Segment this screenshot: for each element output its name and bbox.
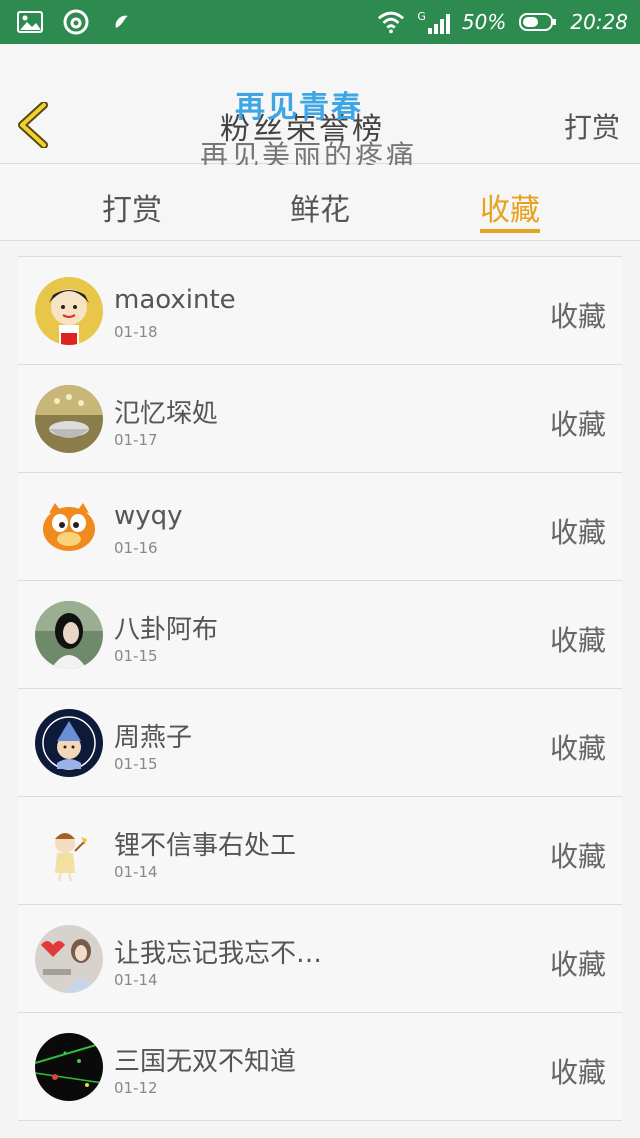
reward-button[interactable]: 打赏 [564,106,620,146]
wifi-icon [377,8,405,36]
favorite-label: 收藏 [549,732,606,765]
user-name: 周燕子 [114,723,193,753]
avatar [35,385,103,453]
date: 01-16 [114,539,158,557]
date: 01-12 [114,1079,158,1097]
tab-flowers[interactable]: 鲜花 [290,185,350,229]
favorite-label: 收藏 [549,840,606,873]
user-name: 锂不信事右处工 [114,831,297,861]
avatar [35,925,103,993]
user-name: 三国无双不知道 [114,1047,297,1077]
favorite-label: 收藏 [549,408,606,441]
avatar [35,493,103,561]
avatar [35,817,103,885]
avatar [35,277,103,345]
avatar [35,1033,103,1101]
favorites-list: maoxinte 01-18 收藏 氾忆堔処 01-17 收藏 wyqy 01-… [18,256,622,1121]
favorite-label: 收藏 [549,300,606,333]
divider [18,1120,622,1121]
header: 粉丝荣誉榜 再见青春 再见美丽的疼痛 打赏 [0,44,640,172]
user-name: maoxinte [114,285,236,315]
list-item[interactable]: 让我忘记我忘不… 01-14 收藏 [18,904,622,1012]
battery-icon [518,8,558,36]
favorite-label: 收藏 [549,516,606,549]
favorite-label: 收藏 [549,624,606,657]
user-name: 氾忆堔処 [114,399,219,429]
active-tab-indicator [480,229,540,233]
status-bar: G 50% 20:28 [0,0,640,44]
signal-icon: G [417,10,450,34]
title-overlay-top: 再见青春 [235,90,363,125]
notification-icon [108,8,136,36]
date: 01-17 [114,431,158,449]
user-name: wyqy [114,501,183,531]
avatar [35,709,103,777]
list-item[interactable]: 三国无双不知道 01-12 收藏 [18,1012,622,1120]
list-item[interactable]: 八卦阿布 01-15 收藏 [18,580,622,688]
tab-bar: 打赏 鲜花 收藏 [0,165,640,241]
list-item[interactable]: 锂不信事右处工 01-14 收藏 [18,796,622,904]
date: 01-14 [114,863,158,881]
list-item[interactable]: 周燕子 01-15 收藏 [18,688,622,796]
tab-reward[interactable]: 打赏 [102,185,162,229]
back-button[interactable] [14,101,54,149]
date: 01-15 [114,755,158,773]
signal-label: G [417,10,426,23]
clock: 20:28 [570,10,628,34]
list-item[interactable]: maoxinte 01-18 收藏 [18,256,622,364]
date: 01-14 [114,971,158,989]
chevron-left-icon [18,101,48,149]
list-item[interactable]: wyqy 01-16 收藏 [18,472,622,580]
music-app-icon [62,8,90,36]
user-name: 让我忘记我忘不… [114,939,323,969]
favorite-label: 收藏 [549,1056,606,1089]
battery-percent: 50% [461,10,507,34]
date: 01-15 [114,647,158,665]
avatar [35,601,103,669]
gallery-icon [16,8,44,36]
tab-favorites[interactable]: 收藏 [480,185,540,229]
page-title: 粉丝荣誉榜 再见青春 再见美丽的疼痛 [190,76,450,172]
user-name: 八卦阿布 [114,615,219,645]
favorite-label: 收藏 [549,948,606,981]
date: 01-18 [114,323,158,341]
list-item[interactable]: 氾忆堔処 01-17 收藏 [18,364,622,472]
